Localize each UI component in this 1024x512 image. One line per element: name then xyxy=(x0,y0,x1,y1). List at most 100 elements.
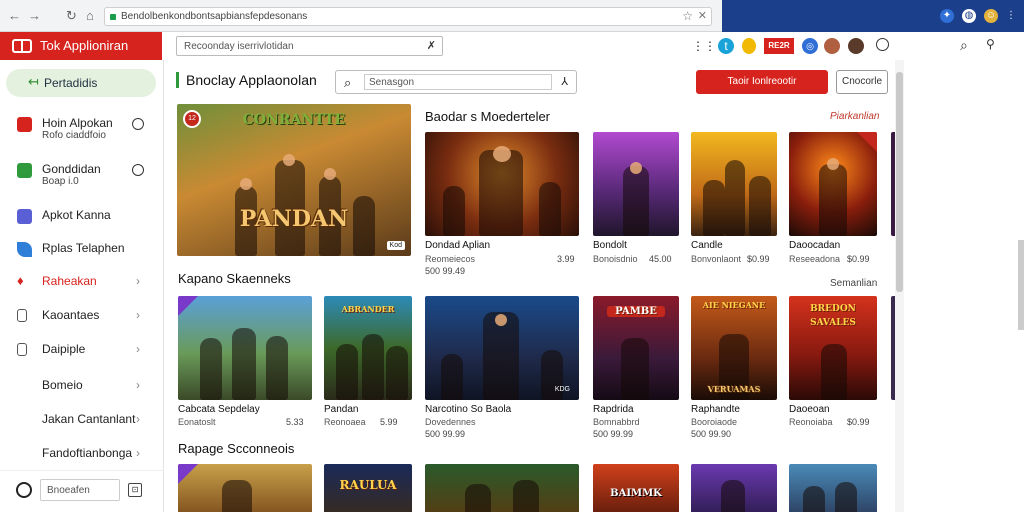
app-card[interactable]: ABRANDER Pandan Reonoaea 5.99 xyxy=(324,296,412,436)
clear-icon[interactable]: ✗ xyxy=(427,39,436,52)
app-art-title: BAIMMK xyxy=(610,488,662,499)
sidebar-item-label: Gonddidan xyxy=(42,162,101,176)
app-art[interactable] xyxy=(691,464,777,512)
browser-chrome: ← → ↻ ⌂ Bendolbenkondbontsapbiansfepdeso… xyxy=(0,0,1024,32)
browser-extension-bar: ✦ ◍ ☺ ⋮ xyxy=(722,0,1024,32)
menu-icon[interactable]: ⋮ xyxy=(1004,9,1018,23)
search-input[interactable]: Senasgon xyxy=(364,74,552,90)
sidebar-item[interactable]: Apkot Kanna xyxy=(0,202,164,236)
app-chip[interactable]: RE2R xyxy=(764,38,794,54)
radio-button[interactable] xyxy=(132,164,144,176)
sidebar-item[interactable]: Kaoantaes › xyxy=(0,302,164,336)
app-card[interactable]: Bondolt Bonoisdnio 45.00 xyxy=(593,132,679,264)
secondary-button[interactable]: Cnocorle xyxy=(836,70,888,94)
app-art[interactable] xyxy=(789,464,877,512)
twitter-icon[interactable]: t xyxy=(718,38,734,54)
profile-avatar[interactable]: ☺ xyxy=(984,9,998,23)
app-art[interactable]: RAULUA xyxy=(324,464,412,512)
app-title[interactable]: Daoocadan xyxy=(789,240,840,251)
star-icon[interactable]: ☆ xyxy=(682,9,693,23)
app-card[interactable]: Dondad Aplian xyxy=(425,132,579,251)
app-icon[interactable]: ◎ xyxy=(802,38,818,54)
sidebar-item-label: Raheakan xyxy=(42,274,97,288)
sidebar-item-active[interactable]: ↤ Pertadidis xyxy=(6,69,156,97)
back-icon[interactable]: ← xyxy=(8,8,21,23)
app-title[interactable]: Bondolt xyxy=(593,240,627,251)
primary-button[interactable]: Taoir Ionlreootir xyxy=(696,70,828,94)
user-circle-icon[interactable] xyxy=(876,38,889,51)
page-title: Bnoclay Applaonolan xyxy=(186,72,317,88)
sidebar-item[interactable]: Hoin Alpokan Rofo ciaddfoio xyxy=(0,110,164,144)
app-title[interactable]: Narcotino So Baola xyxy=(425,404,511,415)
featured-card[interactable]: CONRANTTE PANDAN 12 Kod xyxy=(177,104,411,256)
app-art[interactable] xyxy=(425,464,579,512)
expand-icon[interactable]: ⅄ xyxy=(561,75,568,88)
main-scrollbar[interactable] xyxy=(895,60,904,512)
app-card[interactable]: Cabcata Sepdelay Eonatoslt 5.33 xyxy=(178,296,312,436)
figure-head xyxy=(240,178,252,190)
app-title[interactable]: Candle xyxy=(691,240,723,251)
main-search[interactable]: ⌕ Senasgon ⅄ xyxy=(335,70,577,94)
app-price: 5.33 xyxy=(286,417,304,427)
section-link[interactable]: Semanlian xyxy=(830,278,877,289)
header-search-input[interactable]: Recoonday iserrivlotidan ✗ xyxy=(176,36,443,56)
flag-icon[interactable] xyxy=(742,38,756,54)
search-icon[interactable]: ⌕ xyxy=(960,37,968,54)
app-art[interactable]: BAIMMK xyxy=(593,464,679,512)
figure xyxy=(835,482,857,512)
chevron-right-icon: › xyxy=(136,274,140,288)
globe-icon[interactable]: ◍ xyxy=(962,9,976,23)
app-title[interactable]: Pandan xyxy=(324,404,358,415)
footer-button[interactable]: ⊡ xyxy=(128,483,142,497)
app-title[interactable]: Daoeoan xyxy=(789,404,830,415)
sidebar-item[interactable]: Rplas Telaphen xyxy=(0,235,164,269)
github-icon[interactable] xyxy=(16,482,32,498)
app-card[interactable]: PAMBE Rapdrida Bomnabbrd 500 99.99 xyxy=(593,296,679,439)
sidebar-item[interactable]: Fandoftianbonga › xyxy=(0,440,164,474)
close-icon[interactable]: ✕ xyxy=(698,9,707,22)
app-brand[interactable]: Tok Applioniran xyxy=(0,32,162,60)
app-card[interactable]: KDG Narcotino So Baola Dovedennes 500 99… xyxy=(425,296,579,439)
page-icon xyxy=(17,309,27,322)
app-publisher: Eonatoslt xyxy=(178,417,216,427)
app-title[interactable]: Dondad Aplian xyxy=(425,240,490,251)
app-title[interactable]: Raphandte xyxy=(691,404,740,415)
app-price: $0.99 xyxy=(747,254,770,264)
app-publisher: Reonoiaba xyxy=(789,417,833,427)
app-header: Tok Applioniran Recoonday iserrivlotidan… xyxy=(0,32,1024,60)
avatar[interactable] xyxy=(824,38,840,54)
footer-input[interactable]: Bnoeafen xyxy=(40,479,120,501)
sidebar-item[interactable]: Jakan Cantanlant › xyxy=(0,406,164,440)
radio-button[interactable] xyxy=(132,118,144,130)
sidebar-item[interactable]: Daipiple › xyxy=(0,336,164,370)
sidebar-item[interactable]: ♦ Raheakan › xyxy=(0,268,164,302)
reload-icon[interactable]: ↻ xyxy=(66,8,77,24)
grid-icon[interactable]: ⋮⋮ xyxy=(692,38,716,54)
app-title[interactable]: Cabcata Sepdelay xyxy=(178,404,260,415)
app-price: 500 99.99 xyxy=(593,429,634,439)
section-link[interactable]: Piarkanlian xyxy=(830,111,879,122)
home-icon[interactable]: ⌂ xyxy=(86,8,94,23)
sidebar-footer: Bnoeafen ⊡ xyxy=(0,470,164,512)
figure xyxy=(465,484,491,512)
address-bar[interactable]: Bendolbenkondbontsapbiansfepdesonans ☆ ✕ xyxy=(104,7,712,26)
account-icon[interactable]: ⚲ xyxy=(986,37,995,51)
forward-icon[interactable]: → xyxy=(28,8,41,23)
extension-icon[interactable]: ✦ xyxy=(940,9,954,23)
sidebar-item[interactable]: Bomeio › xyxy=(0,372,164,406)
app-card[interactable]: Candle Bonvonlaont $0.99 xyxy=(691,132,777,264)
app-title[interactable]: Rapdrida xyxy=(593,404,634,415)
sidebar-item[interactable]: Gonddidan Boap i.0 xyxy=(0,156,164,190)
figure xyxy=(721,480,745,512)
app-card[interactable]: BREDON SAVALES Daoeoan Reonoiaba $0.99 xyxy=(789,296,879,436)
app-publisher: Bonoisdnio xyxy=(593,254,638,264)
app-art[interactable] xyxy=(178,464,312,512)
app-card[interactable]: Daoocadan Reseeadona $0.99 xyxy=(789,132,879,264)
app-card[interactable]: AIE NIEGANE VERUAMAS Raphandte Booroiaod… xyxy=(691,296,777,439)
page-scrollbar[interactable] xyxy=(1018,240,1024,330)
chevron-right-icon: › xyxy=(136,342,140,356)
user-avatar[interactable] xyxy=(848,38,864,54)
figure xyxy=(621,338,649,400)
sidebar-item-sub: Rofo ciaddfoio xyxy=(42,130,106,141)
scrollbar-thumb[interactable] xyxy=(896,72,903,292)
